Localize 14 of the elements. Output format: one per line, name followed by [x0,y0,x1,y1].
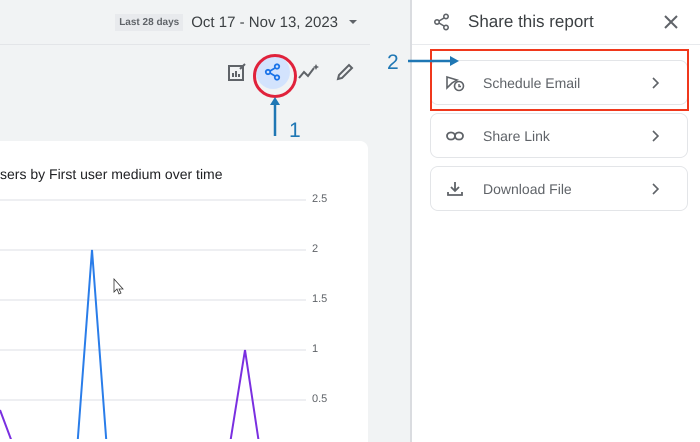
share-option[interactable]: Schedule Email [430,60,688,105]
date-preset-label: Last 28 days [115,14,184,31]
y-axis-label: 2.5 [312,192,328,207]
y-axis-label: 1 [312,342,320,357]
chart-title: sers by First user medium over time [0,165,224,182]
date-range-dropdown[interactable]: Oct 17 - Nov 13, 2023 [187,14,370,31]
y-axis-label: 1.5 [312,292,328,307]
share-option[interactable]: Download File [430,166,688,211]
step-number: 1 [289,120,301,141]
y-axis-label: 0.5 [312,392,328,407]
share-option[interactable]: Share Link [430,113,688,158]
y-axis-label: 2 [312,242,320,257]
panel-title: Share this report [468,12,595,32]
step-number: 2 [387,52,399,73]
